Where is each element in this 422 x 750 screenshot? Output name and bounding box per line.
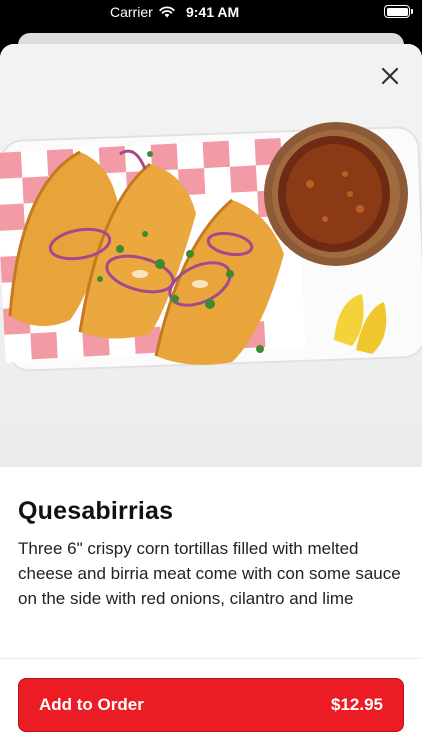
status-bar: Carrier 9:41 AM <box>0 0 422 26</box>
add-to-order-button[interactable]: Add to Order $12.95 <box>18 678 404 732</box>
clock: 9:41 AM <box>186 4 240 20</box>
food-illustration <box>0 122 422 372</box>
carrier-label: Carrier <box>110 4 153 20</box>
add-to-order-label: Add to Order <box>39 695 144 714</box>
item-title: Quesabirrias <box>18 497 174 525</box>
item-description: Three 6" crispy corn tortillas filled wi… <box>18 539 401 608</box>
divider <box>0 658 422 659</box>
close-icon[interactable] <box>378 64 402 88</box>
item-detail-sheet: Quesabirrias Three 6" crispy corn tortil… <box>0 44 422 750</box>
price-label: $12.95 <box>331 695 383 714</box>
wifi-icon <box>159 6 175 18</box>
item-photo <box>0 44 422 467</box>
battery-icon <box>384 5 413 18</box>
carrier-group: Carrier <box>110 4 175 20</box>
